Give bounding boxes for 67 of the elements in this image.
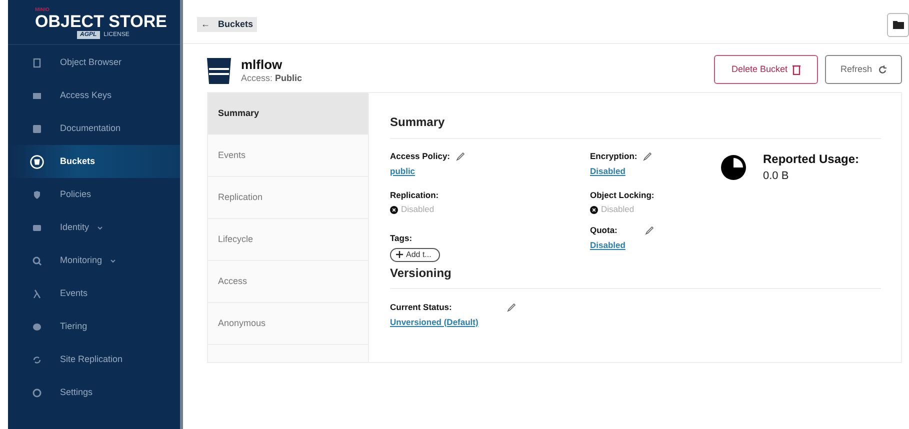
- document-icon: [32, 58, 42, 68]
- delete-bucket-button[interactable]: Delete Bucket: [714, 55, 818, 84]
- product-name: OBJECT STORE: [35, 13, 168, 31]
- scrollbar[interactable]: [180, 0, 183, 429]
- chevron-icon: [97, 226, 104, 230]
- section-title: Summary: [390, 113, 881, 139]
- nav-item[interactable]: Object Browser: [8, 46, 180, 79]
- nav-item[interactable]: Settings: [8, 376, 180, 409]
- settings-icon: [32, 388, 42, 398]
- trash-icon: [792, 64, 802, 74]
- field-link[interactable]: public: [390, 164, 416, 178]
- nav-item[interactable]: Policies: [8, 178, 180, 211]
- sync-icon: [32, 354, 42, 364]
- chevron-icon: [110, 258, 116, 262]
- tab[interactable]: Summary: [208, 93, 368, 135]
- nav-item[interactable]: Documentation: [8, 112, 180, 145]
- id-card-icon: [32, 222, 42, 232]
- lambda-icon: [32, 288, 42, 298]
- usage-value: 0.0 B: [763, 169, 790, 184]
- close-circle-icon: [590, 206, 598, 214]
- tab[interactable]: Anonymous: [208, 303, 368, 345]
- plus-icon: [396, 251, 403, 258]
- breadcrumb-link[interactable]: Buckets: [218, 18, 254, 32]
- shield-icon: [32, 190, 42, 200]
- add-tag-button[interactable]: Add t...: [390, 248, 440, 262]
- edit-icon[interactable]: [456, 152, 466, 161]
- card-icon: [32, 90, 42, 100]
- folder-button[interactable]: [887, 12, 909, 36]
- section-title: Versioning: [390, 264, 881, 289]
- edit-icon[interactable]: [643, 152, 652, 161]
- bucket-icon: [207, 58, 231, 84]
- nav-item[interactable]: Events: [8, 277, 180, 310]
- status-text: Disabled: [401, 203, 434, 216]
- search-icon: [32, 256, 42, 266]
- bucket-icon: [30, 154, 44, 168]
- refresh-button[interactable]: Refresh: [825, 55, 902, 84]
- nav-item[interactable]: Tiering: [8, 310, 180, 343]
- refresh-icon: [878, 64, 887, 74]
- close-circle-icon: [390, 206, 398, 214]
- tab[interactable]: Lifecycle: [208, 219, 368, 261]
- field-link[interactable]: Unversioned (Default): [390, 316, 478, 328]
- field-label: Current Status:: [390, 300, 452, 314]
- bucket-access: Access: Public: [241, 72, 302, 84]
- tab[interactable]: Access: [208, 261, 368, 303]
- nav-item[interactable]: Access Keys: [8, 79, 180, 112]
- tab[interactable]: Events: [208, 135, 368, 177]
- edit-icon[interactable]: [506, 302, 516, 312]
- field-label: Encryption:: [590, 150, 638, 163]
- field-label: Tags:: [390, 232, 414, 245]
- status-text: Disabled: [601, 203, 634, 216]
- breadcrumb[interactable]: ← Buckets: [197, 16, 258, 32]
- bucket-name: mlflow: [241, 57, 284, 72]
- field-link[interactable]: Disabled: [590, 164, 626, 178]
- pie-chart-icon: [721, 155, 746, 180]
- field-label: Quota:: [590, 224, 618, 237]
- field-label: Access Policy:: [390, 150, 450, 163]
- field-label: Object Locking:: [590, 188, 654, 202]
- field-link[interactable]: Disabled: [590, 238, 626, 252]
- usage-label: Reported Usage:: [763, 151, 860, 168]
- folder-icon: [892, 20, 904, 29]
- nav-item[interactable]: Monitoring: [8, 244, 180, 277]
- edit-icon[interactable]: [645, 226, 654, 235]
- nav-item[interactable]: Identity: [8, 211, 180, 244]
- field-label: Replication:: [390, 188, 439, 202]
- back-arrow[interactable]: ←: [201, 18, 210, 32]
- nav-item[interactable]: Site Replication: [8, 343, 180, 376]
- tab[interactable]: Replication: [208, 177, 368, 219]
